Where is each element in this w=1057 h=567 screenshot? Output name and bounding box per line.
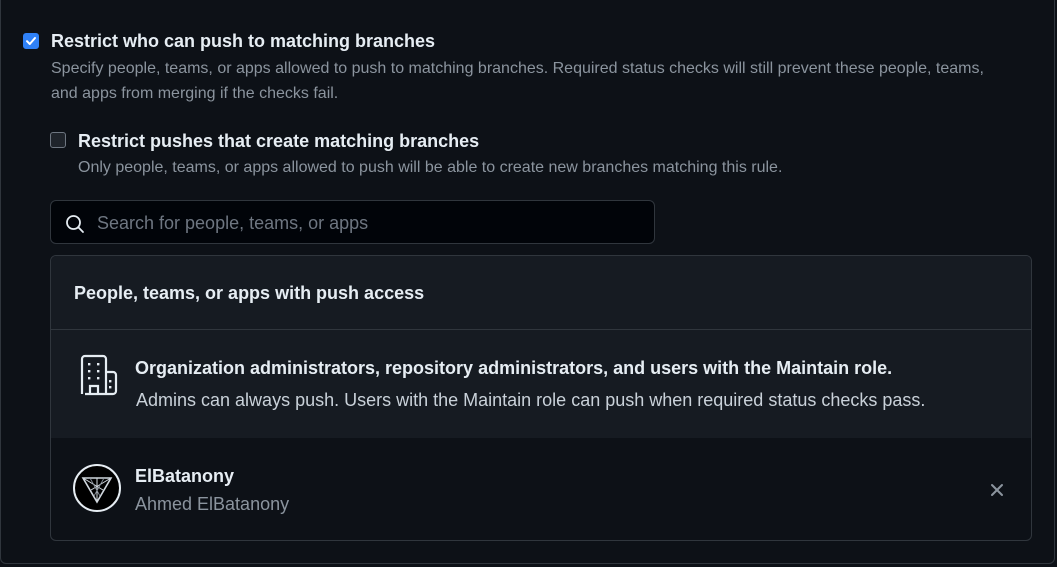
remove-user-button[interactable] — [987, 480, 1007, 500]
checkmark-icon — [26, 37, 36, 45]
push-access-panel: People, teams, or apps with push access … — [50, 255, 1032, 541]
restrict-push-description-line2: and apps from merging if the checks fail… — [51, 85, 339, 102]
restrict-create-description: Only people, teams, or apps allowed to p… — [78, 159, 783, 176]
user-access-row: ElBatanony Ahmed ElBatanony — [51, 438, 1031, 540]
search-input[interactable] — [95, 201, 639, 245]
admin-access-row: Organization administrators, repository … — [51, 330, 1031, 438]
admin-access-title: Organization administrators, repository … — [135, 358, 893, 378]
push-access-heading: People, teams, or apps with push access — [74, 283, 425, 303]
restrict-push-title[interactable]: Restrict who can push to matching branch… — [51, 31, 435, 52]
push-access-header: People, teams, or apps with push access — [51, 256, 1031, 330]
restrict-push-description-line1: Specify people, teams, or apps allowed t… — [51, 60, 984, 77]
restrict-create-title[interactable]: Restrict pushes that create matching bra… — [78, 131, 479, 152]
search-icon — [65, 214, 85, 239]
user-full-name: Ahmed ElBatanony — [135, 494, 290, 514]
admin-access-description: Admins can always push. Users with the M… — [136, 390, 926, 410]
restrict-push-checkbox[interactable] — [23, 33, 39, 49]
close-icon — [991, 484, 1003, 496]
people-search-box — [50, 200, 655, 245]
user-login[interactable]: ElBatanony — [135, 466, 234, 487]
avatar — [73, 464, 121, 512]
organization-icon — [79, 354, 119, 401]
restrict-create-checkbox[interactable] — [50, 132, 66, 148]
